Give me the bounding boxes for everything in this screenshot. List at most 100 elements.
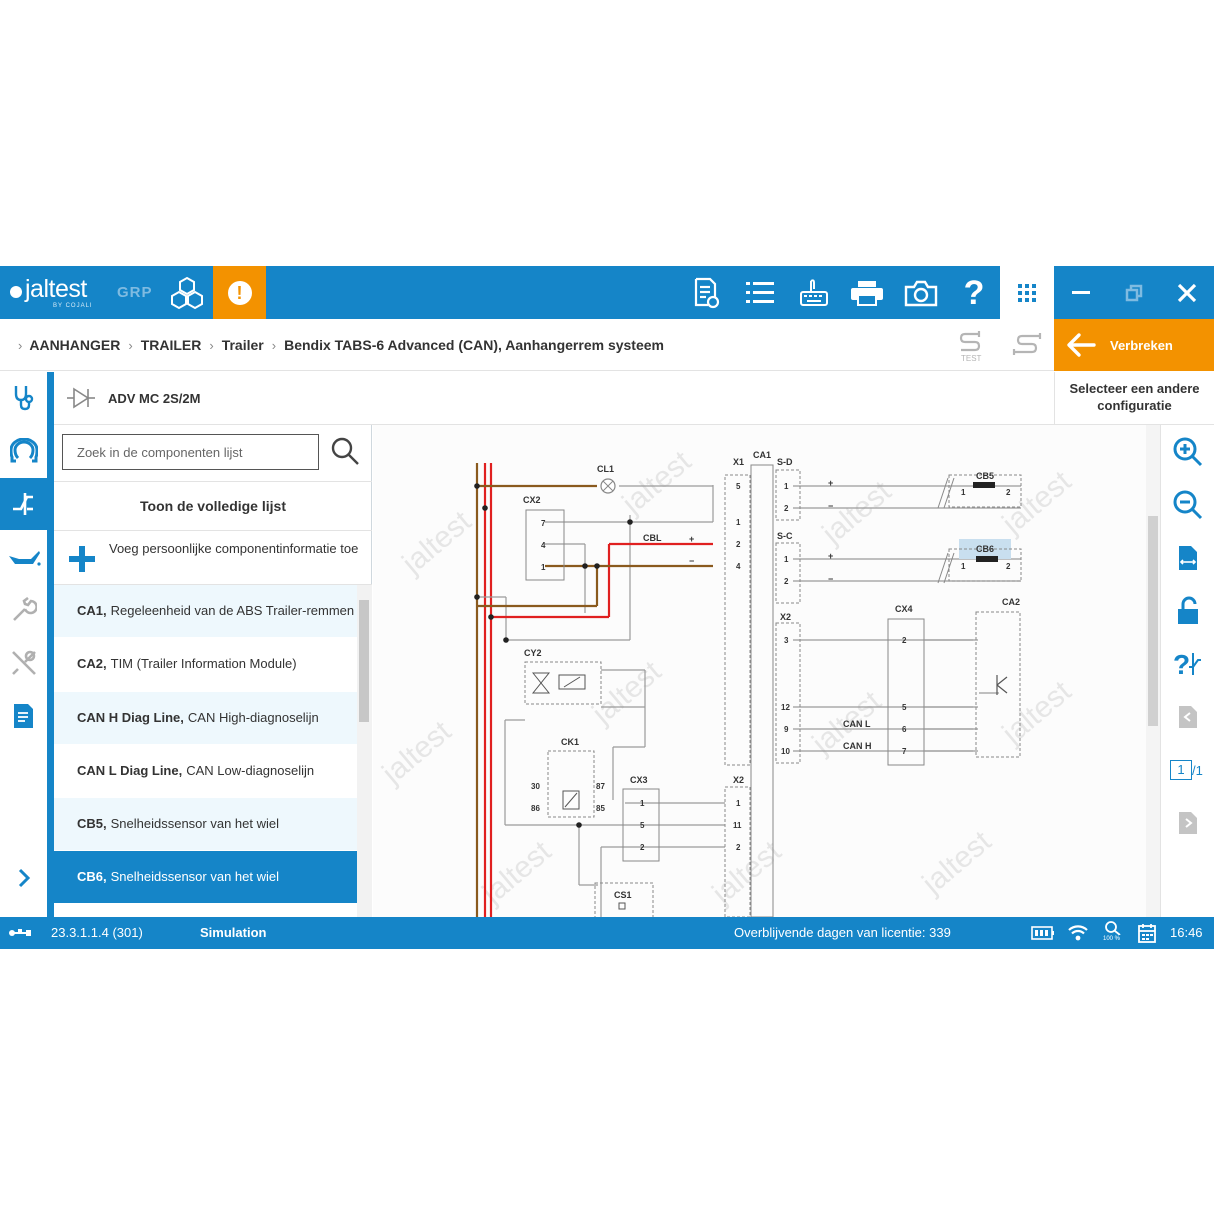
svg-text:CX2: CX2 — [523, 495, 541, 505]
svg-text:X2: X2 — [780, 612, 791, 622]
svg-text:1: 1 — [541, 563, 546, 572]
zoom-out-button[interactable] — [1171, 488, 1205, 522]
nav-divider — [47, 372, 54, 917]
cs1-switch[interactable]: CS1 — [594, 882, 654, 917]
help-icon[interactable]: ? — [957, 274, 991, 312]
ck1-relay[interactable]: CK1 30 86 87 85 — [531, 737, 605, 818]
svg-text:−: − — [689, 556, 694, 566]
next-page-button[interactable] — [1171, 806, 1205, 840]
cl1-lamp[interactable]: CL1 — [597, 464, 616, 494]
sc-connector[interactable]: S-C 1 2 + − — [775, 531, 833, 604]
jaltest-app-window: jaltest BY COJALI GRP ! ? › AANHANGER › … — [0, 266, 1214, 949]
chevron-right-icon: › — [271, 337, 277, 353]
connection-link-icon[interactable] — [1010, 332, 1044, 365]
cbl-label: CBL + − — [643, 533, 694, 566]
nav-diagnosis[interactable] — [0, 372, 47, 424]
modules-icon[interactable] — [169, 276, 205, 315]
svg-text:6: 6 — [902, 725, 907, 734]
apps-grid-button[interactable] — [1000, 266, 1054, 319]
svg-text:9: 9 — [784, 725, 789, 734]
diagram-tools: ? — [1160, 425, 1214, 917]
fit-page-button[interactable] — [1171, 541, 1205, 575]
breadcrumb-item-trailer[interactable]: TRAILER — [141, 337, 202, 353]
zoom-in-button[interactable] — [1171, 435, 1205, 469]
cb6-sensor[interactable]: CB6 1 2 — [937, 539, 1022, 584]
svg-text:CS1: CS1 — [614, 890, 632, 900]
svg-text:jaltest: jaltest — [996, 674, 1079, 751]
cx3-connector[interactable]: CX3 1 5 2 — [622, 775, 660, 862]
print-icon[interactable] — [850, 276, 884, 310]
grid-icon — [1018, 283, 1036, 302]
chevron-right-icon — [18, 868, 30, 888]
report-icon[interactable] — [689, 276, 723, 310]
page-back-icon — [1179, 706, 1197, 728]
add-component-info-button[interactable]: Voeg persoonlijke componentinformatie to… — [54, 531, 372, 585]
svg-text:85: 85 — [596, 804, 605, 813]
list-scrollbar-thumb[interactable] — [359, 600, 369, 722]
alert-button[interactable]: ! — [213, 266, 266, 319]
nav-expand[interactable] — [0, 852, 47, 904]
nav-documents[interactable] — [0, 690, 47, 742]
list-item-cb5[interactable]: CB5, Snelheidssensor van het wiel — [54, 798, 357, 850]
current-page-field[interactable]: 1 — [1170, 760, 1192, 780]
svg-text:S-C: S-C — [777, 531, 793, 541]
sd-connector[interactable]: S-D 1 2 + − — [775, 457, 833, 521]
svg-text:S-D: S-D — [777, 457, 793, 467]
list-item-can-h[interactable]: CAN H Diag Line, CAN High-diagnoselijn — [54, 692, 357, 744]
version-label: 23.3.1.1.4 (301) — [51, 925, 143, 940]
disconnect-button[interactable]: Verbreken — [1054, 319, 1214, 371]
breadcrumb-item-system[interactable]: Bendix TABS-6 Advanced (CAN), Aanhangerr… — [284, 337, 664, 353]
list-item-ca1[interactable]: CA1, Regeleenheid van de ABS Trailer-remm… — [54, 585, 357, 637]
alert-icon: ! — [227, 280, 252, 305]
svg-text:X2: X2 — [733, 775, 744, 785]
svg-text:CA1: CA1 — [753, 450, 771, 460]
component-help-button[interactable]: ? — [1171, 647, 1205, 681]
cy2-valve[interactable]: CY2 — [524, 648, 602, 705]
nav-wiring-diagram[interactable] — [0, 478, 47, 530]
s-test-icon[interactable]: TEST — [957, 330, 987, 367]
search-icon[interactable] — [330, 436, 360, 471]
keyboard-hand-icon[interactable] — [797, 276, 831, 310]
svg-text:jaltest: jaltest — [706, 834, 789, 911]
valve-symbol-icon — [67, 387, 95, 409]
svg-text:CAN L: CAN L — [843, 719, 871, 729]
unlock-button[interactable] — [1171, 594, 1205, 628]
svg-text:jaltest: jaltest — [376, 714, 459, 791]
diagram-scrollbar-thumb[interactable] — [1148, 516, 1158, 726]
previous-page-button[interactable] — [1171, 700, 1205, 734]
restore-button[interactable] — [1107, 266, 1160, 319]
page-indicator: 1 /1 — [1170, 760, 1203, 780]
top-bar: jaltest BY COJALI GRP ! ? — [0, 266, 1214, 319]
chevron-right-icon: › — [209, 337, 214, 353]
show-full-list-button[interactable]: Toon de volledige lijst — [54, 481, 372, 531]
breadcrumb-item-trailer-model[interactable]: Trailer — [222, 337, 264, 353]
svg-text:2: 2 — [902, 636, 907, 645]
unlock-icon — [1178, 596, 1198, 624]
nav-systems[interactable] — [0, 425, 47, 477]
window-controls — [1054, 266, 1214, 319]
close-button[interactable] — [1160, 266, 1213, 319]
cb5-sensor[interactable]: CB5 1 2 — [937, 471, 1022, 509]
list-item-ca2[interactable]: CA2, TIM (Trailer Information Module) — [54, 638, 357, 690]
svg-text:TEST: TEST — [961, 354, 982, 362]
svg-text:7: 7 — [902, 747, 907, 756]
zoom-level-label: 100 % — [1103, 936, 1121, 942]
camera-icon[interactable] — [904, 276, 938, 310]
search-input[interactable]: Zoek in de componenten lijst — [62, 434, 319, 470]
wiring-diagram-canvas[interactable]: jaltest jaltest jaltest jaltest jaltest … — [373, 425, 1160, 917]
nav-tools[interactable] — [0, 584, 47, 636]
cx4-connector[interactable]: CX4 2 5 6 7 CAN L CAN H — [843, 604, 925, 766]
list-icon[interactable] — [743, 276, 777, 310]
list-item-can-l[interactable]: CAN L Diag Line, CAN Low-diagnoselijn — [54, 745, 357, 797]
cx2-connector[interactable]: CX2 7 4 1 — [523, 495, 565, 581]
breadcrumb-item-aanhanger[interactable]: AANHANGER — [29, 337, 120, 353]
select-configuration-button[interactable]: Selecteer een andere configuratie — [1054, 372, 1214, 425]
nav-repair[interactable] — [0, 637, 47, 689]
svg-text:CA2: CA2 — [1002, 597, 1020, 607]
svg-text:5: 5 — [640, 821, 645, 830]
list-item-cb6[interactable]: CB6, Snelheidssensor van het wiel — [54, 851, 357, 903]
x2-connector-upper[interactable]: X2 3 12 9 10 — [775, 612, 801, 764]
nav-maintenance[interactable] — [0, 531, 47, 583]
svg-text:jaltest: jaltest — [476, 834, 559, 911]
minimize-button[interactable] — [1054, 266, 1107, 319]
